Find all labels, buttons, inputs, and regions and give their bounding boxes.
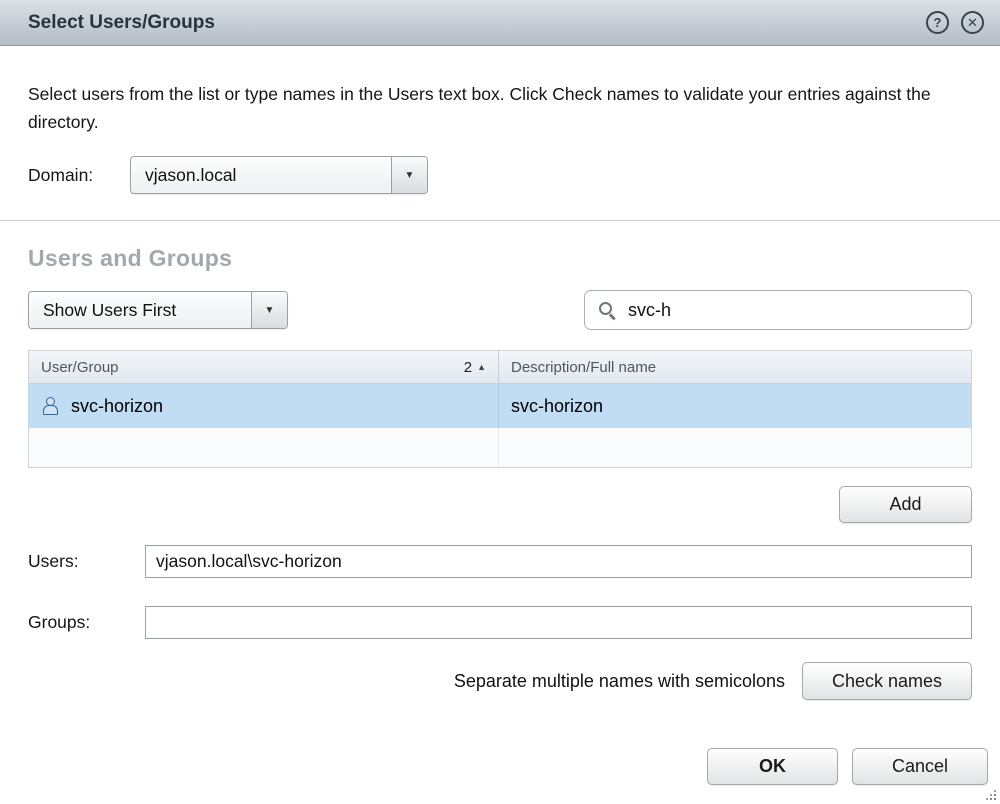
semicolon-hint-text: Separate multiple names with semicolons xyxy=(454,671,785,692)
users-label: Users: xyxy=(28,551,145,572)
add-button[interactable]: Add xyxy=(839,486,972,523)
domain-row: Domain: vjason.local ▼ xyxy=(28,156,972,194)
user-name: svc-horizon xyxy=(71,396,163,417)
select-users-groups-dialog: Select Users/Groups ? ✕ Select users fro… xyxy=(0,0,1000,804)
instructions-text: Select users from the list or type names… xyxy=(28,80,968,136)
dialog-title: Select Users/Groups xyxy=(28,12,215,34)
groups-input[interactable] xyxy=(145,606,972,639)
users-field-row: Users: xyxy=(28,545,972,578)
domain-label: Domain: xyxy=(28,165,130,186)
dialog-footer: OK Cancel xyxy=(0,748,1000,785)
table-row-empty xyxy=(29,428,971,467)
view-filter-value: Show Users First xyxy=(29,292,251,328)
users-groups-section-title: Users and Groups xyxy=(28,245,972,272)
column-header-user-group[interactable]: User/Group 2 ▲ xyxy=(29,351,499,383)
filter-row: Show Users First ▼ xyxy=(28,290,972,330)
groups-label: Groups: xyxy=(28,612,145,633)
table-header: User/Group 2 ▲ Description/Full name xyxy=(29,351,971,384)
ok-button[interactable]: OK xyxy=(707,748,838,785)
section-divider xyxy=(0,220,1000,221)
resize-grip[interactable] xyxy=(986,790,998,802)
titlebar-icons: ? ✕ xyxy=(926,11,984,34)
sort-indicator: 2 ▲ xyxy=(464,359,486,376)
column-header-description[interactable]: Description/Full name xyxy=(499,351,971,383)
users-groups-table: User/Group 2 ▲ Description/Full name svc… xyxy=(28,350,972,468)
view-filter-dropdown[interactable]: Show Users First ▼ xyxy=(28,291,288,329)
user-group-cell: svc-horizon xyxy=(29,384,499,428)
hint-row: Separate multiple names with semicolons … xyxy=(28,662,972,700)
user-icon xyxy=(43,397,58,415)
column-label: Description/Full name xyxy=(511,359,656,376)
domain-dropdown[interactable]: vjason.local ▼ xyxy=(130,156,428,194)
users-input[interactable] xyxy=(145,545,972,578)
groups-field-row: Groups: xyxy=(28,606,972,639)
domain-dropdown-value: vjason.local xyxy=(131,157,391,193)
add-row: Add xyxy=(28,486,972,523)
check-names-button[interactable]: Check names xyxy=(802,662,972,700)
user-description: svc-horizon xyxy=(511,396,603,417)
close-icon[interactable]: ✕ xyxy=(961,11,984,34)
help-icon[interactable]: ? xyxy=(926,11,949,34)
sort-count: 2 xyxy=(464,359,472,376)
table-row-svc-horizon[interactable]: svc-horizon svc-horizon xyxy=(29,384,971,428)
description-cell: svc-horizon xyxy=(499,384,971,428)
chevron-down-icon[interactable]: ▼ xyxy=(391,157,427,193)
column-label: User/Group xyxy=(41,359,119,376)
dialog-content: Select users from the list or type names… xyxy=(0,80,1000,700)
search-input[interactable] xyxy=(628,300,957,321)
search-icon xyxy=(599,302,616,319)
sort-asc-icon: ▲ xyxy=(477,362,486,372)
search-box xyxy=(584,290,972,330)
dialog-titlebar: Select Users/Groups ? ✕ xyxy=(0,0,1000,46)
chevron-down-icon[interactable]: ▼ xyxy=(251,292,287,328)
cancel-button[interactable]: Cancel xyxy=(852,748,988,785)
